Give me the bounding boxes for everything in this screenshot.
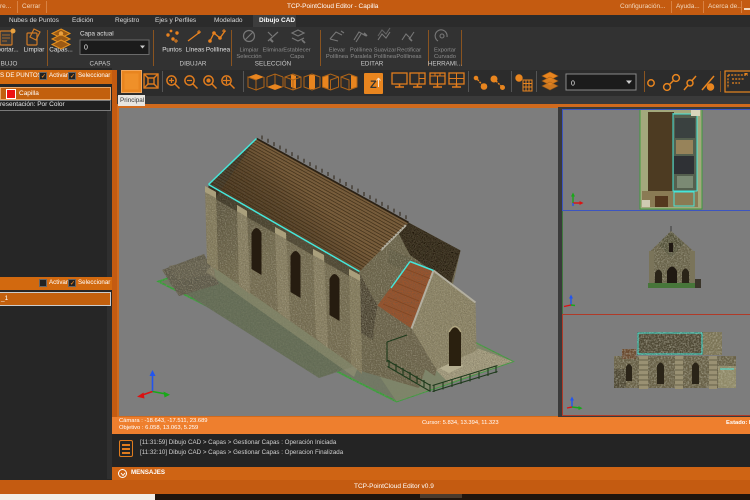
svg-text:Polílinea: Polílinea [350, 48, 373, 54]
svg-text:Rectificar: Rectificar [397, 48, 421, 54]
svg-text:Z: Z [370, 79, 377, 91]
svg-text:portar...: portar... [0, 47, 19, 54]
svg-text:Polílineas: Polílineas [396, 54, 421, 60]
svg-text:Líneas: Líneas [186, 47, 205, 54]
svg-text:Selección: Selección [236, 54, 261, 60]
svg-text:Suavizar: Suavizar [374, 48, 397, 54]
svg-text:Capa actual: Capa actual [80, 31, 114, 38]
svg-text:0: 0 [84, 45, 88, 52]
svg-text:0: 0 [571, 81, 575, 88]
svg-text:Curvado: Curvado [434, 54, 456, 60]
svg-text:Polílinea: Polílinea [326, 54, 349, 60]
svg-text:Limpiar: Limpiar [239, 48, 258, 54]
svg-text:Limpiar: Limpiar [24, 47, 45, 54]
svg-text:Capa: Capa [290, 54, 305, 60]
svg-text:Polílinea: Polílinea [374, 54, 397, 60]
svg-text:Polílinea: Polílinea [206, 47, 231, 54]
svg-text:Exportar: Exportar [434, 48, 456, 54]
svg-text:Puntos: Puntos [162, 47, 182, 54]
svg-text:Eliminar: Eliminar [263, 48, 284, 54]
svg-text:Paralela: Paralela [350, 54, 372, 60]
svg-text:Establecer: Establecer [283, 48, 310, 54]
svg-text:Elevar: Elevar [329, 48, 346, 54]
